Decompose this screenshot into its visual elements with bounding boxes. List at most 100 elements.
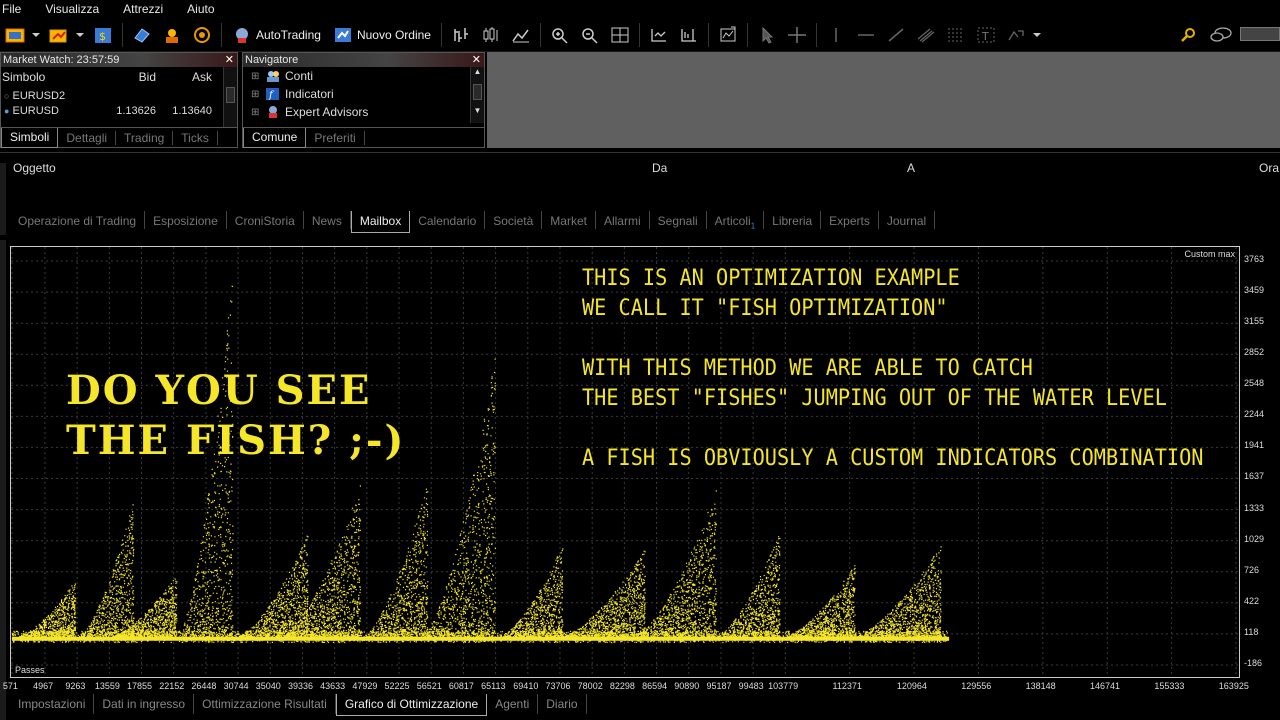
x-tick-label: 73706 xyxy=(545,681,571,691)
market-watch-icon[interactable]: $ xyxy=(91,24,115,46)
bar-chart-icon[interactable] xyxy=(449,24,473,46)
tab-market[interactable]: Market xyxy=(542,211,596,229)
x-tick-label: 47929 xyxy=(352,681,378,691)
vertical-line-icon[interactable] xyxy=(824,24,848,46)
signals-icon[interactable] xyxy=(190,24,214,46)
cursor-icon[interactable] xyxy=(755,24,779,46)
x-tick-label: 65113 xyxy=(481,681,506,691)
tab-company[interactable]: Società xyxy=(485,211,543,229)
tab-settings[interactable]: Impostazioni xyxy=(10,694,95,714)
x-tick-label: 69410 xyxy=(513,681,539,691)
line-chart-icon[interactable] xyxy=(509,24,533,46)
chat-icon[interactable] xyxy=(1209,24,1233,46)
toolbox-header: Oggetto Da A Ora xyxy=(0,159,1280,177)
menu-tools[interactable]: Attrezzi xyxy=(121,2,175,16)
market-watch-scrollbar[interactable] xyxy=(223,67,237,127)
new-chart-icon[interactable] xyxy=(3,24,27,46)
tab-alerts[interactable]: Allarmi xyxy=(596,211,650,229)
x-tick-label: 571 xyxy=(2,681,18,691)
expand-icon[interactable]: ⊞ xyxy=(251,89,265,100)
menu-help[interactable]: Aiuto xyxy=(185,2,226,16)
tab-journal[interactable]: Journal xyxy=(879,211,936,229)
column-time[interactable]: Ora xyxy=(1259,161,1279,175)
fibonacci-icon[interactable] xyxy=(944,24,968,46)
market-watch-row[interactable]: ○ EURUSD2 xyxy=(1,87,237,105)
close-icon[interactable]: ✕ xyxy=(472,53,481,67)
menu-file[interactable]: File xyxy=(0,2,33,16)
text-tool-icon[interactable]: T xyxy=(974,24,998,46)
x-tick-label: 52225 xyxy=(384,681,410,691)
tab-exposure[interactable]: Esposizione xyxy=(145,211,227,229)
tab-trade[interactable]: Operazione di Trading xyxy=(10,211,146,229)
tab-inputs[interactable]: Dati in ingresso xyxy=(94,694,195,714)
column-from[interactable]: Da xyxy=(652,161,667,175)
y-axis-label: Custom max xyxy=(1184,249,1235,259)
tab-symbols[interactable]: Simboli xyxy=(1,127,59,148)
tile-windows-icon[interactable] xyxy=(608,24,632,46)
tab-ticks[interactable]: Ticks xyxy=(173,130,218,145)
tab-trading[interactable]: Trading xyxy=(116,130,174,145)
new-order-icon xyxy=(334,27,351,42)
indicators-icon[interactable] xyxy=(716,24,740,46)
tab-experts[interactable]: Experts xyxy=(821,211,879,229)
tab-optimization-results[interactable]: Ottimizzazione Risultati xyxy=(194,694,336,714)
candlestick-icon[interactable] xyxy=(479,24,503,46)
tab-news[interactable]: News xyxy=(304,211,351,229)
channel-icon[interactable] xyxy=(914,24,938,46)
tab-articles[interactable]: Articoli1 xyxy=(707,211,765,230)
tab-common[interactable]: Comune xyxy=(243,127,307,148)
autotrading-button[interactable]: AutoTrading xyxy=(226,22,327,48)
expand-icon[interactable]: ⊞ xyxy=(251,71,265,82)
expand-icon[interactable]: ⊞ xyxy=(251,107,265,118)
tab-optimization-graph[interactable]: Grafico di Ottimizzazione xyxy=(335,694,488,716)
scroll-up-icon[interactable]: ▲ xyxy=(471,67,484,76)
column-ask[interactable]: Ask xyxy=(156,70,212,84)
tab-favorites[interactable]: Preferiti xyxy=(306,130,365,145)
chart-workspace[interactable] xyxy=(487,52,1280,148)
divider xyxy=(707,22,709,47)
tree-item-indicators[interactable]: ⊞ f Indicatori xyxy=(243,85,484,103)
crosshair-icon[interactable] xyxy=(785,24,809,46)
tab-library[interactable]: Libreria xyxy=(764,211,822,229)
shapes-icon[interactable] xyxy=(1004,24,1028,46)
chevron-down-icon[interactable] xyxy=(76,32,84,37)
x-tick-label: 138148 xyxy=(1025,681,1056,691)
zoom-out-icon[interactable] xyxy=(578,24,602,46)
tab-history[interactable]: CroniStoria xyxy=(227,211,304,229)
scroll-down-icon[interactable]: ▼ xyxy=(471,106,484,115)
tab-agents[interactable]: Agenti xyxy=(487,694,539,714)
tab-signals[interactable]: Segnali xyxy=(650,211,707,229)
new-order-button[interactable]: Nuovo Ordine xyxy=(327,22,437,48)
horizontal-line-icon[interactable] xyxy=(854,24,878,46)
tab-details[interactable]: Dettagli xyxy=(58,130,117,145)
navigator-icon[interactable] xyxy=(160,24,184,46)
column-bid[interactable]: Bid xyxy=(111,70,156,84)
menu-view[interactable]: Visualizza xyxy=(43,2,111,16)
tester-side-tab[interactable] xyxy=(0,240,6,720)
column-object[interactable]: Oggetto xyxy=(13,161,56,175)
tree-item-expert-advisors[interactable]: ⊞ Expert Advisors xyxy=(243,103,484,121)
tab-calendar[interactable]: Calendario xyxy=(410,211,486,229)
search-input[interactable] xyxy=(1240,27,1280,41)
chevron-down-icon[interactable] xyxy=(32,32,40,37)
accounts-icon xyxy=(267,71,279,82)
close-icon[interactable]: ✕ xyxy=(225,53,234,67)
data-window-icon[interactable] xyxy=(130,24,154,46)
column-symbol[interactable]: Simbolo xyxy=(1,70,111,84)
scrollbar-thumb[interactable] xyxy=(226,87,235,103)
search-icon[interactable] xyxy=(1177,24,1201,46)
chart-shift-icon[interactable] xyxy=(677,24,701,46)
tree-item-accounts[interactable]: ⊞ Conti xyxy=(243,67,484,85)
overlay-line xyxy=(582,414,1203,444)
scrollbar-thumb[interactable] xyxy=(473,84,482,100)
column-to[interactable]: A xyxy=(907,161,915,175)
tab-journal[interactable]: Diario xyxy=(538,694,587,714)
trendline-icon[interactable] xyxy=(884,24,908,46)
navigator-scrollbar[interactable]: ▲ ▼ xyxy=(470,67,484,123)
zoom-in-icon[interactable] xyxy=(548,24,572,46)
market-watch-row[interactable]: ● EURUSD 1.13626 1.13640 xyxy=(1,105,237,117)
chevron-down-icon[interactable] xyxy=(1032,32,1041,37)
tab-mailbox[interactable]: Mailbox xyxy=(350,211,411,233)
autoscroll-icon[interactable] xyxy=(647,24,671,46)
profiles-icon[interactable] xyxy=(47,24,71,46)
